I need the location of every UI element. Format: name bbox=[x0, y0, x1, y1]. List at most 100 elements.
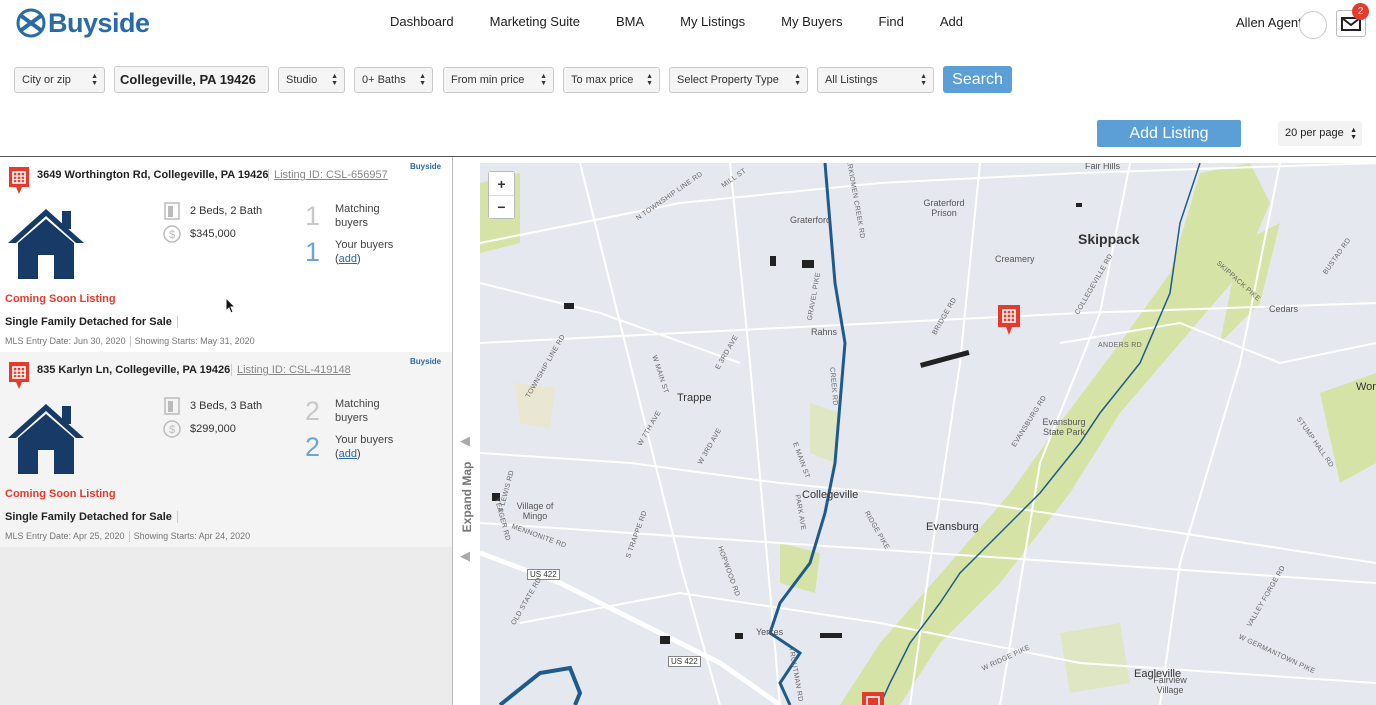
nav-my-buyers[interactable]: My Buyers bbox=[781, 14, 842, 29]
separator bbox=[128, 531, 130, 543]
updown-caret-icon: ▲ ▼ bbox=[1350, 127, 1357, 141]
matching-label: Matching buyers bbox=[335, 398, 380, 424]
expand-map-label[interactable]: Expand Map bbox=[460, 454, 474, 540]
listing-status: Coming Soon Listing bbox=[5, 488, 116, 500]
price-text: $345,000 bbox=[190, 228, 236, 240]
beds-baths-text: 3 Beds, 3 Bath bbox=[190, 400, 263, 412]
listing-id-link[interactable]: Listing ID: CSL-656957 bbox=[268, 169, 388, 181]
beds-select[interactable]: Studio ▲ ▼ bbox=[278, 67, 345, 93]
listings-panel[interactable]: 3649 Worthington Rd, Collegeville, PA 19… bbox=[0, 157, 452, 705]
property-type-value: Single Family Detached for Sale bbox=[5, 511, 172, 523]
nav-marketing-suite[interactable]: Marketing Suite bbox=[490, 14, 580, 29]
map-place-fairview-village: Fairview Village bbox=[1153, 675, 1187, 695]
user-name[interactable]: Allen Agent bbox=[1236, 15, 1302, 30]
map-place-fair-hills: Fair Hills bbox=[1085, 163, 1120, 171]
min-price-select[interactable]: From min price ▲ ▼ bbox=[443, 67, 554, 93]
add-listing-button[interactable]: Add Listing bbox=[1097, 120, 1241, 147]
separator bbox=[176, 316, 178, 329]
zoom-in-button[interactable]: + bbox=[489, 172, 514, 195]
nav-my-listings[interactable]: My Listings bbox=[680, 14, 745, 29]
listings-label: All Listings bbox=[825, 74, 878, 86]
map-place-evansburg: Evansburg bbox=[926, 521, 979, 533]
map-place-skippack: Skippack bbox=[1078, 231, 1140, 247]
expand-map-strip[interactable] bbox=[453, 157, 480, 705]
map-place-trappe: Trappe bbox=[677, 392, 712, 404]
price-text: $299,000 bbox=[190, 423, 236, 435]
per-page-select[interactable]: 20 per page ▲ ▼ bbox=[1278, 121, 1362, 146]
listing-dates: MLS Entry Date: Apr 25, 2020 Showing Star… bbox=[5, 531, 251, 543]
min-price-label: From min price bbox=[451, 74, 525, 86]
avatar[interactable] bbox=[1299, 11, 1327, 39]
listing-pin-icon bbox=[9, 167, 29, 194]
beds-baths-text: 2 Beds, 2 Bath bbox=[190, 205, 263, 217]
baths-select[interactable]: 0+ Baths ▲ ▼ bbox=[354, 67, 433, 93]
updown-caret-icon: ▲ ▼ bbox=[91, 73, 98, 87]
listing-id-link[interactable]: Listing ID: CSL-419148 bbox=[231, 364, 351, 376]
listing-pin-icon bbox=[9, 362, 29, 389]
buyside-logo-icon bbox=[16, 8, 46, 38]
your-buyers-count: 1 bbox=[305, 237, 321, 267]
main-nav: Dashboard Marketing Suite BMA My Listing… bbox=[390, 14, 999, 29]
add-buyer-link[interactable]: add bbox=[339, 253, 357, 265]
city-zip-label: City or zip bbox=[22, 74, 71, 86]
buyside-mini-logo: Buyside bbox=[410, 357, 442, 366]
nav-bma[interactable]: BMA bbox=[616, 14, 644, 29]
listings-select[interactable]: All Listings ▲ ▼ bbox=[817, 67, 934, 93]
mls-entry-date: MLS Entry Date: Jun 30, 2020 bbox=[5, 336, 126, 346]
dollar-icon: $ bbox=[163, 225, 181, 243]
map-place-village-of-mingo: Village of Mingo bbox=[516, 501, 554, 521]
property-type-text: Single Family Detached for Sale bbox=[5, 316, 178, 329]
triangle-left-icon[interactable]: ◀ bbox=[460, 433, 470, 449]
matching-count: 1 bbox=[305, 201, 321, 231]
top-navbar: Buyside Dashboard Marketing Suite BMA My… bbox=[0, 0, 1376, 46]
showing-starts: Showing Starts: Apr 24, 2020 bbox=[133, 531, 251, 541]
listing-card[interactable]: 3649 Worthington Rd, Collegeville, PA 19… bbox=[0, 157, 452, 352]
zoom-out-button[interactable]: − bbox=[489, 195, 514, 218]
map[interactable]: Skippack Trappe Collegeville Evansburg E… bbox=[480, 163, 1376, 705]
nav-add[interactable]: Add bbox=[940, 14, 963, 29]
buyside-mini-logo: Buyside bbox=[410, 162, 442, 171]
location-input[interactable] bbox=[114, 66, 269, 93]
updown-caret-icon: ▲ ▼ bbox=[331, 73, 338, 87]
door-icon bbox=[164, 202, 180, 220]
listing-card[interactable]: 835 Karlyn Ln, Collegeville, PA 19426 Li… bbox=[0, 352, 452, 547]
updown-caret-icon: ▲ ▼ bbox=[419, 73, 426, 87]
house-icon bbox=[8, 404, 84, 474]
separator bbox=[176, 511, 178, 524]
listing-address[interactable]: 835 Karlyn Ln, Collegeville, PA 19426 bbox=[37, 364, 230, 376]
svg-text:$: $ bbox=[169, 229, 175, 241]
map-listing-pin-icon[interactable] bbox=[996, 303, 1022, 337]
map-zoom-controls: + − bbox=[488, 171, 515, 219]
svg-text:$: $ bbox=[169, 424, 175, 436]
your-buyers-block: Your buyers (add) bbox=[335, 434, 394, 460]
updown-caret-icon: ▲ ▼ bbox=[794, 73, 801, 87]
beds-label: Studio bbox=[286, 74, 318, 86]
nav-dashboard[interactable]: Dashboard bbox=[390, 14, 454, 29]
map-place-collegeville: Collegeville bbox=[802, 489, 859, 501]
nav-find[interactable]: Find bbox=[879, 14, 904, 29]
listing-status: Coming Soon Listing bbox=[5, 293, 116, 305]
add-buyer-link[interactable]: add bbox=[339, 448, 357, 460]
per-page-label: 20 per page bbox=[1285, 127, 1344, 139]
map-listing-pin-icon[interactable] bbox=[860, 690, 886, 705]
city-zip-select[interactable]: City or zip ▲ ▼ bbox=[14, 67, 105, 93]
property-type-select[interactable]: Select Property Type ▲ ▼ bbox=[669, 67, 808, 93]
updown-caret-icon: ▲ ▼ bbox=[646, 73, 653, 87]
dollar-icon: $ bbox=[163, 420, 181, 438]
your-buyers-block: Your buyers (add) bbox=[335, 239, 394, 265]
updown-caret-icon: ▲ ▼ bbox=[920, 73, 927, 87]
map-place-cedars: Cedars bbox=[1269, 304, 1299, 314]
map-place-evansburg-state-park: Evansburg State Park bbox=[1042, 417, 1086, 437]
property-type-value: Single Family Detached for Sale bbox=[5, 316, 172, 328]
showing-starts: Showing Starts: May 31, 2020 bbox=[134, 336, 255, 346]
listing-address[interactable]: 3649 Worthington Rd, Collegeville, PA 19… bbox=[37, 169, 268, 181]
buyside-logo[interactable]: Buyside bbox=[16, 6, 150, 40]
search-button[interactable]: Search bbox=[943, 66, 1012, 93]
us-422-shield: US 422 bbox=[527, 569, 560, 580]
triangle-left-icon[interactable]: ◀ bbox=[460, 548, 470, 564]
us-422-shield: US 422 bbox=[668, 656, 701, 667]
property-type-text: Single Family Detached for Sale bbox=[5, 511, 178, 524]
max-price-select[interactable]: To max price ▲ ▼ bbox=[563, 67, 660, 93]
logo-text: Buyside bbox=[48, 7, 150, 38]
your-buyers-count: 2 bbox=[305, 432, 321, 462]
